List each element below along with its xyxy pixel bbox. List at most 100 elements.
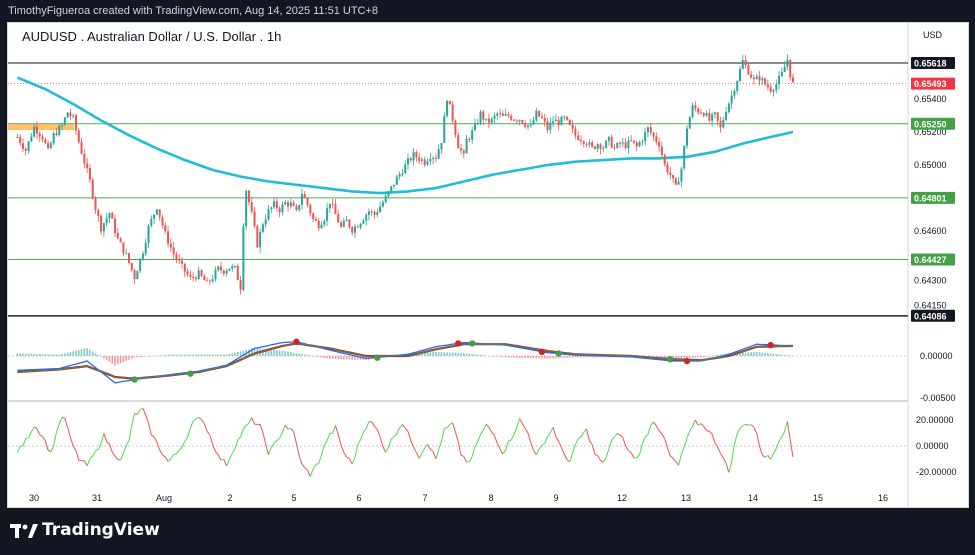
- candle: [125, 248, 128, 255]
- candle-body: [619, 142, 622, 144]
- candle: [543, 113, 546, 127]
- candle: [144, 238, 147, 257]
- candle: [395, 174, 398, 185]
- candle: [557, 116, 560, 131]
- candle: [231, 263, 234, 272]
- oscillator-segment: [644, 434, 649, 438]
- oscillator-segment: [248, 417, 253, 424]
- chart-svg[interactable]: USD0.654000.652000.650000.646000.643000.…: [8, 23, 968, 507]
- candle-body: [16, 136, 19, 138]
- candle-body: [593, 146, 596, 149]
- candle: [736, 80, 739, 94]
- candle-body: [105, 218, 108, 224]
- oscillator-segment: [535, 448, 540, 456]
- oscillator-segment: [195, 417, 199, 420]
- candle: [228, 268, 231, 272]
- candle: [80, 137, 83, 155]
- candle-body: [607, 136, 610, 141]
- candle-body: [666, 164, 669, 173]
- candle-body: [314, 218, 317, 221]
- candle: [253, 206, 256, 229]
- candle-body: [217, 266, 220, 271]
- macd-histogram-bar: [64, 353, 66, 356]
- time-tick-label: 30: [29, 493, 39, 503]
- candle: [164, 222, 167, 234]
- oscillator-segment: [346, 456, 350, 460]
- candle-body: [214, 270, 217, 280]
- macd-histogram-bar: [214, 354, 217, 356]
- oscillator-segment: [468, 456, 473, 462]
- candle: [549, 117, 552, 134]
- oscillator-segment: [432, 451, 437, 460]
- oscillator-segment: [675, 461, 680, 466]
- candle: [211, 274, 214, 284]
- oscillator-segment: [184, 436, 188, 442]
- candle-body: [141, 253, 144, 259]
- candle-body: [582, 141, 585, 144]
- candle: [328, 203, 331, 214]
- oscillator-segment: [75, 450, 80, 461]
- oscillator-segment: [16, 445, 21, 453]
- candle-body: [192, 276, 195, 278]
- candle: [630, 134, 633, 142]
- candle: [225, 268, 228, 277]
- oscillator-segment: [480, 429, 484, 435]
- macd-histogram-bar: [186, 354, 189, 356]
- macd-histogram-bar: [513, 356, 515, 358]
- candle-body: [775, 84, 778, 91]
- oscillator-segment: [452, 422, 456, 433]
- macd-histogram-bar: [142, 356, 144, 357]
- candle-body: [61, 124, 64, 126]
- candle-body: [376, 212, 379, 215]
- candle: [460, 144, 463, 155]
- oscillator-segment: [64, 417, 69, 428]
- candle: [116, 227, 119, 240]
- candle: [688, 115, 691, 129]
- candle: [21, 138, 24, 153]
- candle: [289, 197, 292, 210]
- oscillator-segment: [440, 428, 445, 442]
- oscillator-segment: [44, 440, 49, 451]
- candle-body: [532, 120, 535, 125]
- candle-body: [88, 168, 91, 180]
- oscillator-segment: [95, 448, 99, 452]
- macd-pane: [8, 338, 908, 384]
- candle-body: [72, 115, 75, 117]
- price-tick-label: 0.64300: [914, 276, 947, 286]
- oscillator-segment: [170, 454, 175, 460]
- time-tick-label: 13: [681, 493, 691, 503]
- candle: [602, 145, 605, 153]
- candle: [250, 196, 253, 214]
- candle-body: [409, 158, 412, 161]
- candle: [624, 138, 627, 150]
- oscillator-segment: [653, 421, 657, 427]
- oscillator-segment: [639, 443, 643, 455]
- macd-histogram-bar: [761, 352, 764, 356]
- candle-body: [245, 190, 248, 227]
- candle-body: [476, 122, 479, 124]
- candle-body: [52, 133, 55, 144]
- candle-body: [24, 148, 27, 151]
- oscillator-segment: [628, 450, 632, 453]
- oscillator-segment: [153, 436, 158, 443]
- candle: [546, 117, 549, 134]
- candle-body: [328, 203, 331, 209]
- macd-histogram-bar: [331, 356, 334, 359]
- oscillator-segment: [530, 442, 535, 451]
- candle: [63, 116, 66, 126]
- oscillator-segment: [402, 424, 406, 429]
- oscillator-segment: [485, 423, 490, 428]
- time-tick-label: 2: [227, 493, 232, 503]
- candle-body: [186, 271, 189, 275]
- macd-histogram-bar: [273, 349, 275, 356]
- candle-body: [792, 77, 795, 83]
- macd-histogram-bar: [83, 348, 86, 356]
- oscillator-segment: [128, 425, 133, 441]
- candle-body: [136, 271, 139, 280]
- chart-area[interactable]: AUDUSD . Australian Dollar / U.S. Dollar…: [7, 22, 969, 508]
- candle-body: [493, 115, 496, 119]
- candle-body: [181, 260, 184, 264]
- candle-body: [554, 119, 557, 122]
- macd-histogram-bar: [284, 351, 287, 356]
- candle: [270, 206, 273, 214]
